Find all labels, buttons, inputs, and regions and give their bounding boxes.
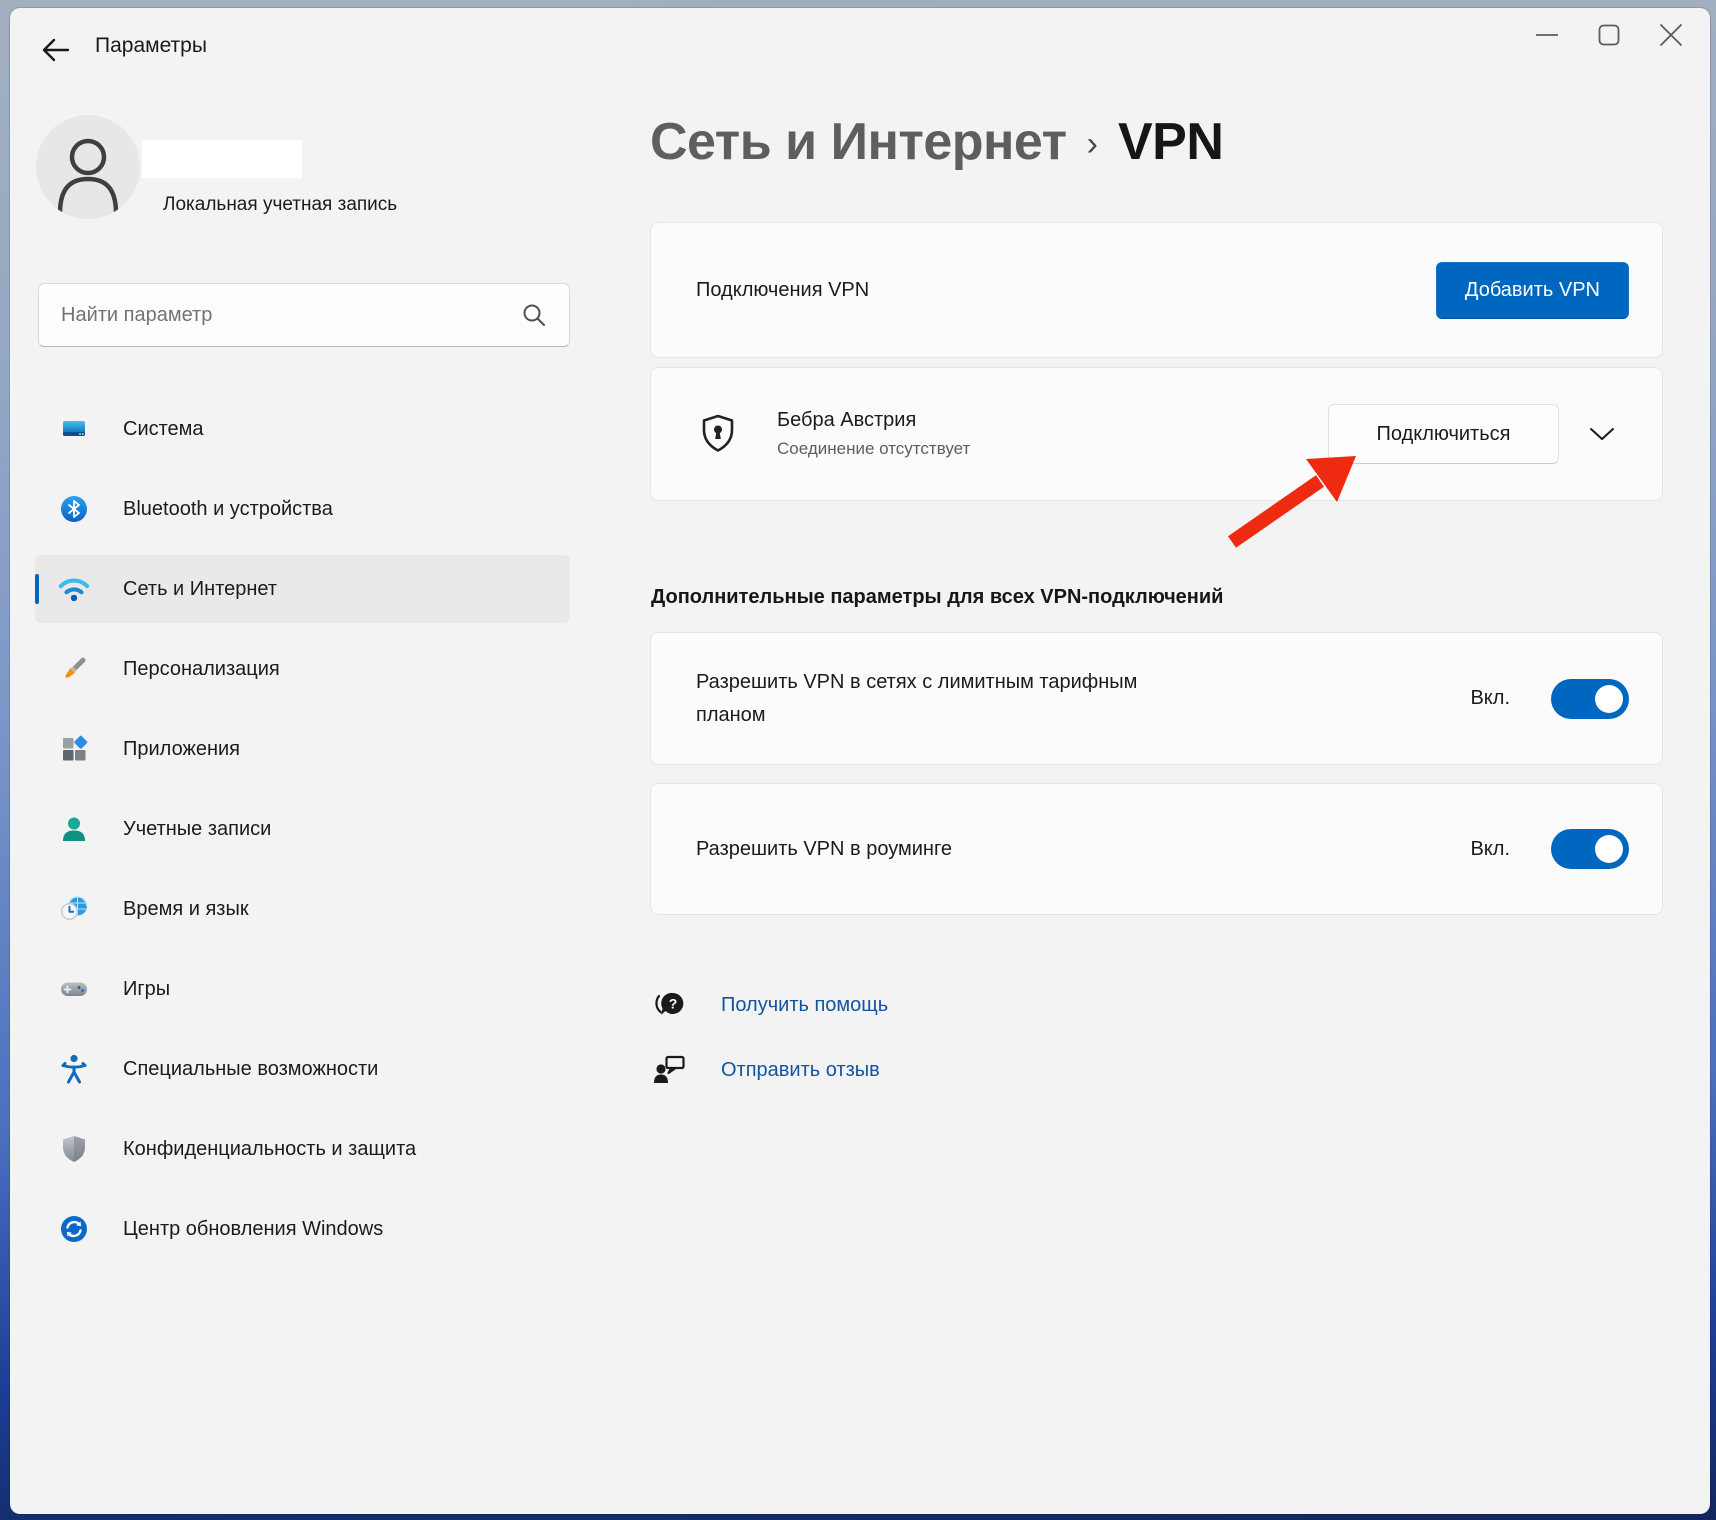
back-arrow-icon xyxy=(41,37,71,63)
sidebar-item-accessibility[interactable]: Специальные возможности xyxy=(35,1035,570,1103)
vpn-connection-info: Бебра Австрия Соединение отсутствует xyxy=(777,409,1328,459)
accessibility-icon xyxy=(58,1053,90,1085)
metered-setting-label: Разрешить VPN в сетях с лимитным тарифны… xyxy=(696,666,1166,732)
gaming-icon xyxy=(58,973,90,1005)
sidebar-item-apps[interactable]: Приложения xyxy=(35,715,570,783)
connect-button[interactable]: Подключиться xyxy=(1328,404,1559,464)
roaming-setting-label: Разрешить VPN в роуминге xyxy=(696,833,1166,866)
breadcrumb-separator-icon: › xyxy=(1087,125,1098,164)
sidebar-item-label: Учетные записи xyxy=(123,818,271,841)
sidebar-item-label: Система xyxy=(123,418,204,441)
sidebar-item-label: Время и язык xyxy=(123,898,249,921)
vpn-connection-row: Бебра Австрия Соединение отсутствует Под… xyxy=(650,367,1663,501)
page-title: VPN xyxy=(1118,112,1223,172)
search-input[interactable] xyxy=(39,304,521,327)
svg-text:?: ? xyxy=(669,996,678,1012)
sidebar-item-privacy[interactable]: Конфиденциальность и защита xyxy=(35,1115,570,1183)
expand-connection-button[interactable] xyxy=(1589,426,1615,442)
roaming-toggle[interactable] xyxy=(1551,829,1629,869)
vpn-connections-label: Подключения VPN xyxy=(696,279,1436,302)
user-icon xyxy=(36,115,140,219)
selected-accent-bar xyxy=(35,574,39,604)
sidebar-item-time-language[interactable]: Время и язык xyxy=(35,875,570,943)
back-button[interactable] xyxy=(34,30,78,70)
sidebar-item-label: Bluetooth и устройства xyxy=(123,498,333,521)
search-box xyxy=(38,283,570,347)
personalization-icon xyxy=(58,653,90,685)
settings-window: Параметры Локальная учетная запись xyxy=(10,8,1710,1514)
system-icon xyxy=(58,413,90,445)
network-icon xyxy=(58,573,90,605)
vpn-connection-name: Бебра Австрия xyxy=(777,409,1328,432)
chevron-down-icon xyxy=(1589,426,1615,442)
sidebar-item-label: Игры xyxy=(123,978,170,1001)
time-language-icon xyxy=(58,893,90,925)
user-account-type: Локальная учетная запись xyxy=(163,194,397,216)
get-help-row: ? Получить помощь xyxy=(652,983,888,1027)
sidebar-item-gaming[interactable]: Игры xyxy=(35,955,570,1023)
sidebar-item-windows-update[interactable]: Центр обновления Windows xyxy=(35,1195,570,1263)
user-name-redacted xyxy=(142,140,302,178)
send-feedback-row: Отправить отзыв xyxy=(652,1048,880,1092)
main-content: Сеть и Интернет › VPN Подключения VPN До… xyxy=(650,8,1663,1514)
sidebar-item-accounts[interactable]: Учетные записи xyxy=(35,795,570,863)
sidebar-item-label: Персонализация xyxy=(123,658,280,681)
send-feedback-icon xyxy=(652,1052,688,1088)
get-help-icon: ? xyxy=(652,987,688,1023)
toggle-knob xyxy=(1595,685,1623,713)
sidebar-item-label: Специальные возможности xyxy=(123,1058,378,1081)
sidebar-item-network[interactable]: Сеть и Интернет xyxy=(35,555,570,623)
breadcrumb: Сеть и Интернет › VPN xyxy=(650,112,1223,172)
app-title: Параметры xyxy=(95,34,207,58)
advanced-section-title: Дополнительные параметры для всех VPN-по… xyxy=(651,586,1223,609)
vpn-metered-setting-row: Разрешить VPN в сетях с лимитным тарифны… xyxy=(650,632,1663,765)
privacy-icon xyxy=(58,1133,90,1165)
sidebar-item-label: Приложения xyxy=(123,738,240,761)
accounts-icon xyxy=(58,813,90,845)
toggle-knob xyxy=(1595,835,1623,863)
apps-icon xyxy=(58,733,90,765)
sidebar-item-bluetooth[interactable]: Bluetooth и устройства xyxy=(35,475,570,543)
windows-update-icon xyxy=(58,1213,90,1245)
vpn-shield-icon xyxy=(701,413,735,455)
sidebar-nav: Система Bluetooth и устройства xyxy=(35,395,570,1275)
bluetooth-icon xyxy=(58,493,90,525)
metered-toggle-state: Вкл. xyxy=(1470,687,1510,710)
sidebar-item-label: Сеть и Интернет xyxy=(123,578,277,601)
send-feedback-link[interactable]: Отправить отзыв xyxy=(721,1059,880,1082)
get-help-link[interactable]: Получить помощь xyxy=(721,994,888,1017)
sidebar-item-personalization[interactable]: Персонализация xyxy=(35,635,570,703)
breadcrumb-parent[interactable]: Сеть и Интернет xyxy=(650,112,1067,172)
avatar xyxy=(36,115,140,219)
sidebar-item-label: Центр обновления Windows xyxy=(123,1218,383,1241)
vpn-connection-status: Соединение отсутствует xyxy=(777,439,1328,459)
search-icon[interactable] xyxy=(521,302,547,328)
add-vpn-button[interactable]: Добавить VPN xyxy=(1436,262,1629,319)
roaming-toggle-state: Вкл. xyxy=(1470,838,1510,861)
metered-toggle[interactable] xyxy=(1551,679,1629,719)
vpn-connections-card: Подключения VPN Добавить VPN xyxy=(650,222,1663,358)
sidebar-item-system[interactable]: Система xyxy=(35,395,570,463)
vpn-roaming-setting-row: Разрешить VPN в роуминге Вкл. xyxy=(650,783,1663,915)
sidebar-item-label: Конфиденциальность и защита xyxy=(123,1138,416,1161)
